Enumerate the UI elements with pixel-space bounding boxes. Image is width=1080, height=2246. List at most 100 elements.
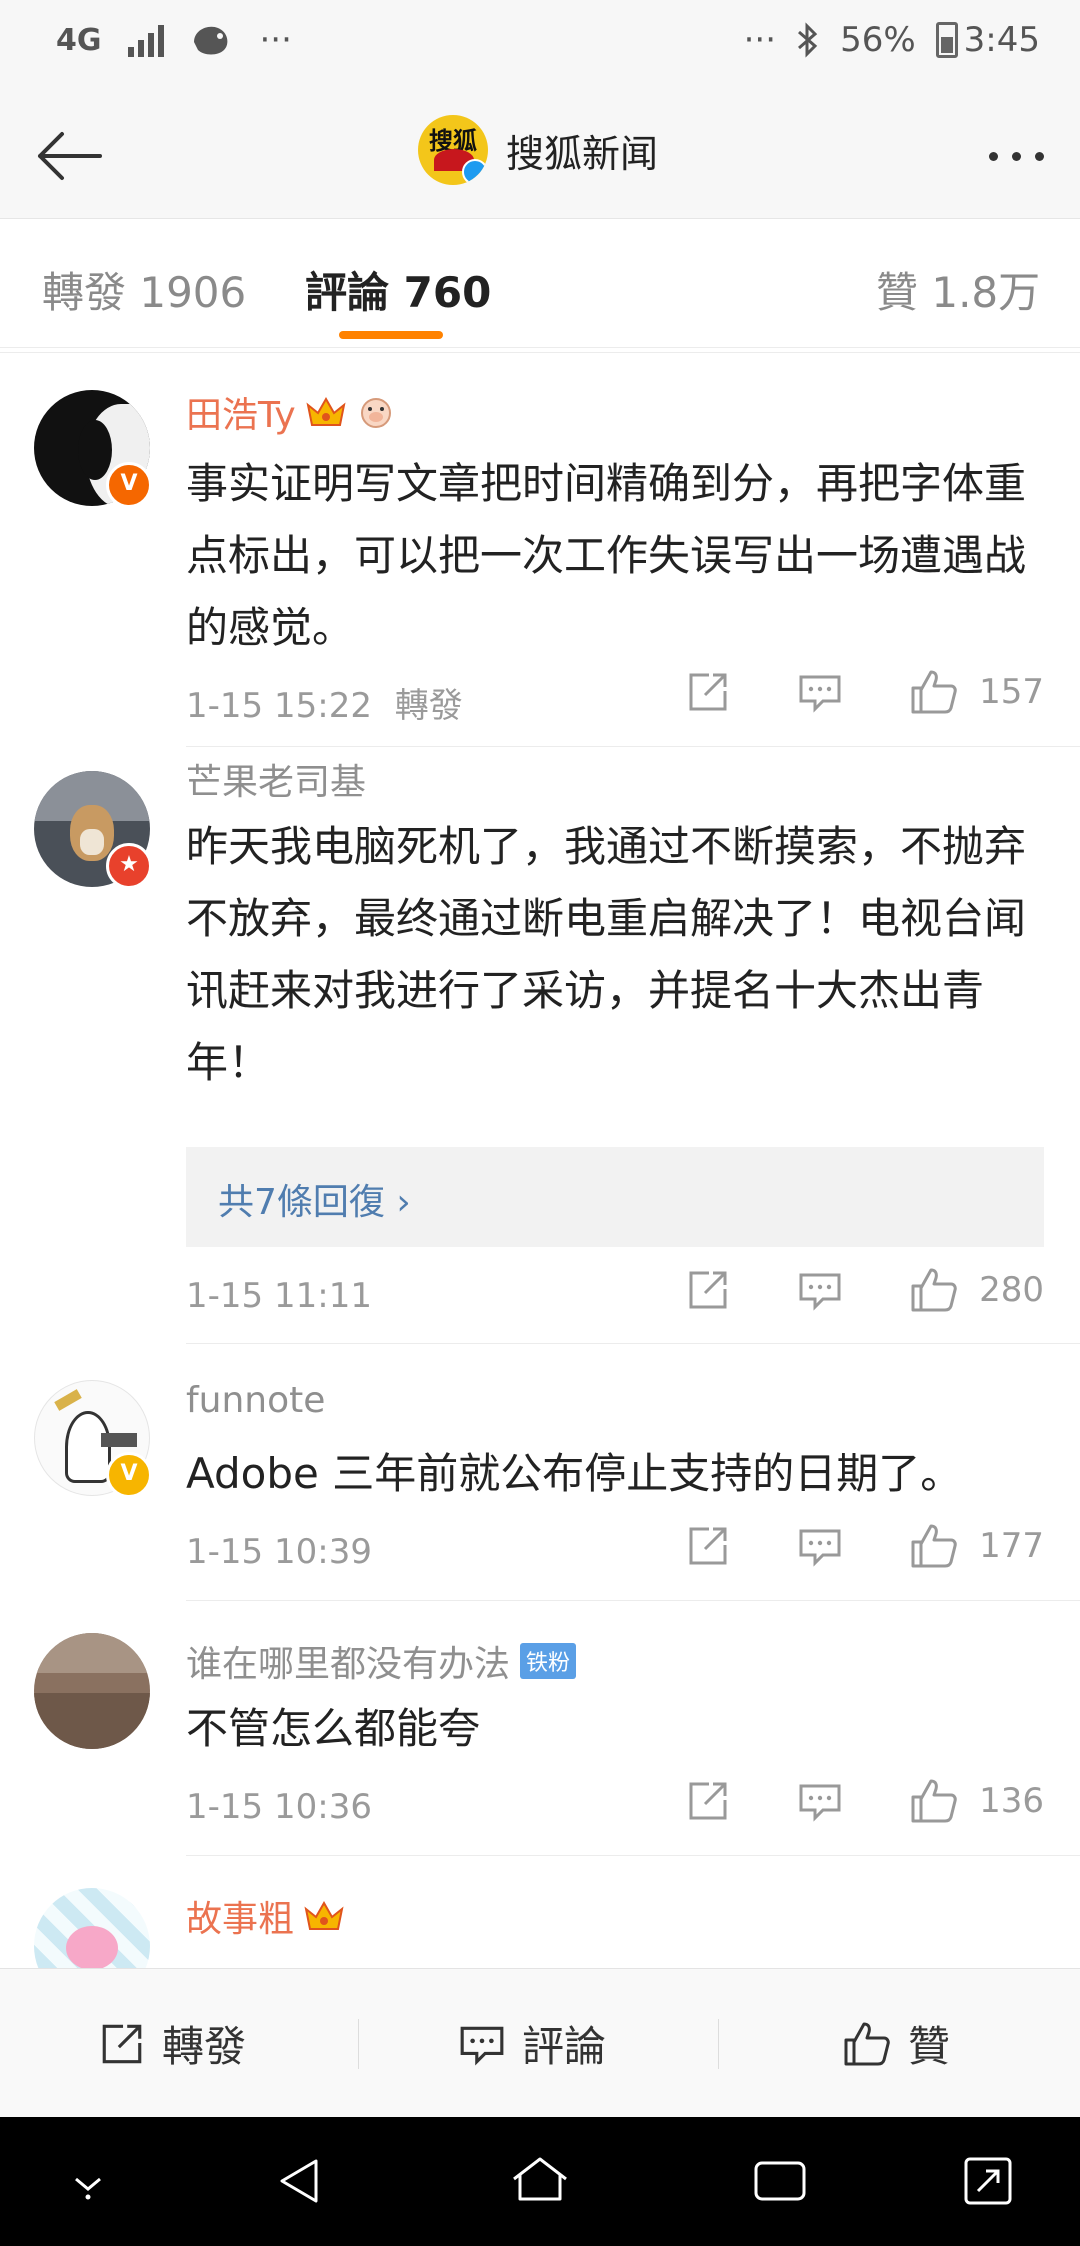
- account-avatar[interactable]: 搜狐: [418, 115, 488, 185]
- comment-username[interactable]: 田浩Ty: [186, 386, 396, 438]
- crown-icon: [304, 1900, 344, 1930]
- repost-button[interactable]: 轉發: [98, 1969, 246, 2118]
- reply-button[interactable]: [797, 1523, 843, 1569]
- divider: [186, 1343, 1080, 1344]
- recent-apps-icon[interactable]: [750, 2153, 810, 2209]
- username-text: funnote: [186, 1380, 326, 1421]
- nav-bar: 搜狐 搜狐新闻: [0, 92, 1080, 219]
- more-status: ···: [743, 20, 777, 60]
- comment-label: 評論: [522, 2022, 607, 2071]
- comment-time: 1-15 10:36: [186, 1787, 372, 1827]
- comment-button[interactable]: 評論: [458, 1969, 606, 2118]
- thumbs-up-icon: [911, 1524, 957, 1568]
- comment-actions: 136: [619, 1777, 1044, 1825]
- comment-icon: [799, 675, 841, 713]
- thumbs-up-icon: [844, 2022, 890, 2065]
- share-button[interactable]: [685, 1523, 731, 1569]
- avatar[interactable]: [34, 1633, 150, 1749]
- comment-time: 1-15 10:39: [186, 1532, 372, 1572]
- verified-badge-icon: [462, 159, 488, 185]
- divider: [358, 2019, 359, 2069]
- comment-text: Adobe 三年前就公布停止支持的日期了。: [186, 1449, 963, 1498]
- home-icon[interactable]: [508, 2153, 572, 2209]
- share-button[interactable]: [685, 1267, 731, 1313]
- like-button[interactable]: 177: [909, 1522, 1044, 1570]
- share-icon: [689, 1527, 727, 1565]
- back-arrow-icon[interactable]: [30, 116, 110, 196]
- like-count: 157: [979, 672, 1044, 712]
- comment-icon: [799, 1273, 841, 1311]
- divider: [186, 1600, 1080, 1601]
- hide-keyboard-icon[interactable]: [60, 2153, 116, 2209]
- rotate-screen-icon[interactable]: [958, 2153, 1018, 2209]
- tab-comments[interactable]: 評論 760: [305, 259, 491, 320]
- comment-username[interactable]: funnote: [186, 1380, 325, 1421]
- more-dots-icon[interactable]: [989, 152, 1044, 161]
- member-badge: ★: [106, 843, 152, 889]
- tab-bar: 轉發 1906 評論 760 贊 1.8万: [0, 219, 1080, 348]
- comment-actions: 177: [619, 1522, 1044, 1570]
- like-button[interactable]: 157: [909, 668, 1044, 716]
- comment-time: 1-15 15:22: [186, 686, 372, 726]
- repost-link[interactable]: 轉發: [395, 686, 463, 726]
- comment-text: 不管怎么都能夸: [186, 1704, 481, 1753]
- avatar[interactable]: V: [34, 1380, 152, 1498]
- like-button[interactable]: 136: [909, 1777, 1044, 1825]
- comment-meta: 1-15 11:11: [186, 1276, 372, 1316]
- comment-meta: 1-15 10:39: [186, 1532, 372, 1572]
- reply-button[interactable]: [797, 669, 843, 715]
- comment-time: 1-15 11:11: [186, 1276, 372, 1316]
- like-button[interactable]: 贊: [842, 1969, 950, 2118]
- share-icon: [689, 1782, 727, 1820]
- like-count: 280: [979, 1270, 1044, 1310]
- repost-label: 轉發: [162, 2022, 247, 2071]
- like-count: 177: [979, 1526, 1044, 1566]
- comment-icon: [799, 1529, 841, 1567]
- divider: [186, 746, 1080, 747]
- verified-badge: V: [106, 462, 152, 508]
- thumbs-up-icon: [911, 1779, 957, 1823]
- like-button[interactable]: 280: [909, 1266, 1044, 1314]
- tab-reposts[interactable]: 轉發 1906: [42, 259, 246, 320]
- reply-button[interactable]: [797, 1267, 843, 1313]
- bluetooth-icon: [798, 22, 818, 58]
- account-header[interactable]: 搜狐 搜狐新闻: [418, 115, 658, 185]
- comment-username[interactable]: 芒果老司基: [186, 753, 366, 805]
- replies-count: 共7條回復 ›: [218, 1182, 411, 1223]
- status-bar: 4G ··· ··· 56% 3:45: [0, 0, 1080, 92]
- share-icon: [102, 2024, 142, 2063]
- verified-badge: V: [106, 1452, 152, 1498]
- share-button[interactable]: [685, 669, 731, 715]
- system-nav-bar: [0, 2117, 1080, 2246]
- comment-meta: 1-15 10:36: [186, 1787, 372, 1827]
- comment-meta: 1-15 15:22 轉發: [186, 678, 463, 727]
- clock: 3:45: [963, 20, 1040, 60]
- avatar[interactable]: ★: [34, 771, 152, 889]
- divider: [186, 1855, 1080, 1856]
- like-count: 136: [979, 1781, 1044, 1821]
- comment-username[interactable]: 谁在哪里都没有办法 铁粉: [186, 1635, 577, 1687]
- battery-icon: [935, 22, 958, 58]
- comment-icon: [799, 1784, 841, 1822]
- app-notification-icon: [193, 26, 227, 55]
- username-text: 芒果老司基: [186, 762, 367, 803]
- network-indicator: 4G: [56, 22, 102, 58]
- share-button[interactable]: [685, 1778, 731, 1824]
- avatar[interactable]: V: [34, 390, 152, 508]
- bottom-toolbar: 轉發 評論 贊: [0, 1968, 1080, 2118]
- username-text: 田浩Ty: [186, 395, 296, 436]
- like-label: 贊: [908, 2022, 951, 2071]
- tab-likes[interactable]: 贊 1.8万: [876, 259, 1040, 320]
- signal-icon: [127, 23, 164, 57]
- reply-button[interactable]: [797, 1778, 843, 1824]
- comment-username[interactable]: 故事粗: [186, 1890, 344, 1942]
- crown-icon: [306, 396, 346, 426]
- back-icon[interactable]: [272, 2153, 328, 2209]
- share-icon: [689, 673, 727, 711]
- replies-link[interactable]: 共7條回復 ›: [186, 1147, 1044, 1247]
- comment-list[interactable]: V 田浩Ty 事实证明写文章把时间精确到分，再把字体重点标出，可以把一次工作失误…: [0, 348, 1080, 1968]
- avatar[interactable]: [34, 1888, 150, 1968]
- thumbs-up-icon: [911, 1268, 957, 1312]
- comment-text: 昨天我电脑死机了，我通过不断摸索，不抛弃不放弃，最终通过断电重启解决了！电视台闻…: [186, 822, 1027, 1087]
- active-tab-indicator: [339, 331, 443, 339]
